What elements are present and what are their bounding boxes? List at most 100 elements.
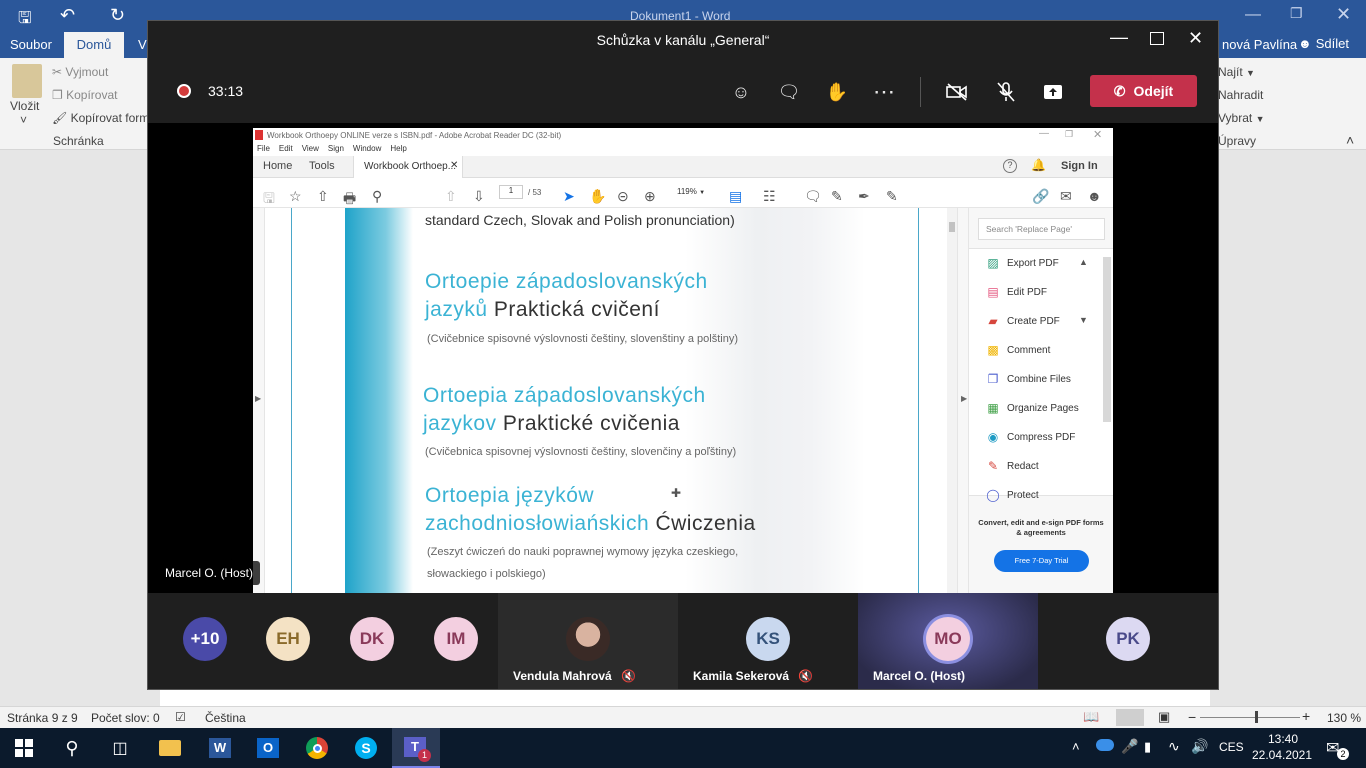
account-name[interactable]: nová Pavlína xyxy=(1222,37,1297,52)
tools-search-input[interactable]: Search 'Replace Page' xyxy=(978,218,1105,240)
tool-redact[interactable]: ✎ Redact xyxy=(985,456,1039,476)
windows-start-icon[interactable] xyxy=(12,736,36,760)
tool-organize-pages[interactable]: ▦ Organize Pages xyxy=(985,398,1078,418)
share-screen-icon[interactable] xyxy=(1040,79,1066,105)
battery-icon[interactable]: ▮ xyxy=(1144,739,1151,755)
scroll-mode-icon[interactable]: ☷ xyxy=(763,188,776,205)
input-language[interactable]: CES xyxy=(1219,740,1244,754)
search-icon[interactable]: ⚲ xyxy=(372,188,382,205)
pdf-scroll-thumb[interactable] xyxy=(949,222,955,232)
chevron-down-icon[interactable]: ˅ xyxy=(20,113,27,127)
more-participants-avatar[interactable]: +10 xyxy=(183,617,227,661)
chrome-app-icon[interactable] xyxy=(305,736,329,760)
tab-tools[interactable]: Tools xyxy=(309,160,335,172)
chevron-up-icon[interactable]: ▲ xyxy=(1079,257,1088,267)
leave-button[interactable]: ✆ Odejít xyxy=(1090,75,1197,107)
raise-hand-icon[interactable]: ✋ xyxy=(824,79,850,105)
save-icon[interactable]: 🖫 xyxy=(18,7,32,34)
zoom-in-icon[interactable]: ⊕ xyxy=(644,188,656,205)
page-count[interactable]: Stránka 9 z 9 xyxy=(7,711,78,725)
zoom-out-icon[interactable]: ⊝ xyxy=(617,188,629,205)
link-icon[interactable]: 🔗 xyxy=(1032,188,1049,205)
avatar-dk[interactable]: DK xyxy=(350,617,394,661)
maximize-icon[interactable] xyxy=(1150,32,1164,45)
microphone-icon[interactable]: 🎤 xyxy=(1121,738,1138,755)
search-icon[interactable]: ⚲ xyxy=(60,736,84,760)
menu-help[interactable]: Help xyxy=(390,144,406,156)
tab-file[interactable]: Soubor xyxy=(10,37,52,52)
zoom-dropdown[interactable]: 119% ▼ xyxy=(669,185,711,199)
collapse-ribbon-icon[interactable]: ˄ xyxy=(1346,132,1354,148)
tool-combine-files[interactable]: ❐ Combine Files xyxy=(985,369,1071,389)
close-icon[interactable]: ✕ xyxy=(1188,28,1203,49)
fill-sign-icon[interactable]: ✎ xyxy=(886,188,898,205)
outlook-app-icon[interactable]: O xyxy=(256,736,280,760)
chat-icon[interactable]: 🗨 xyxy=(776,79,802,105)
language-status[interactable]: Čeština xyxy=(205,711,246,725)
share-user-icon[interactable]: ☻ xyxy=(1087,188,1102,204)
redo-icon[interactable]: ↻ xyxy=(110,5,125,26)
sign-in-button[interactable]: Sign In xyxy=(1061,160,1098,172)
help-icon[interactable]: ? xyxy=(1003,159,1017,173)
find-button[interactable]: Najít ▼ xyxy=(1218,65,1255,79)
cut-button[interactable]: ✂ Vyjmout xyxy=(52,65,108,79)
fit-page-icon[interactable]: ▤ xyxy=(729,188,742,205)
volume-icon[interactable]: 🔊 xyxy=(1191,738,1208,755)
avatar-im[interactable]: IM xyxy=(434,617,478,661)
tab-document[interactable]: Workbook Orthoep... ✕ xyxy=(353,156,463,178)
menu-window[interactable]: Window xyxy=(353,144,381,156)
restore-icon[interactable]: ❐ xyxy=(1290,5,1303,22)
expand-left-pane-icon[interactable]: ▶ xyxy=(255,394,261,403)
zoom-slider-thumb[interactable] xyxy=(1255,711,1258,723)
minimize-icon[interactable]: — xyxy=(1245,6,1261,24)
participant-tile-vendula[interactable]: Vendula Mahrová 🔇 xyxy=(498,593,678,689)
camera-off-icon[interactable] xyxy=(944,79,970,105)
sign-icon[interactable]: ✒ xyxy=(858,188,870,205)
minimize-icon[interactable]: — xyxy=(1039,128,1049,139)
tool-export-pdf[interactable]: ▨ Export PDF xyxy=(985,253,1058,273)
wifi-icon[interactable]: ∿ xyxy=(1168,738,1180,755)
menu-file[interactable]: File xyxy=(257,144,270,156)
file-explorer-icon[interactable] xyxy=(158,736,182,760)
teams-app-icon[interactable]: T 1 xyxy=(392,728,440,768)
tool-protect[interactable]: ◯ Protect xyxy=(985,485,1038,505)
clock-date[interactable]: 22.04.2021 xyxy=(1250,748,1314,762)
select-cursor-icon[interactable]: ➤ xyxy=(563,188,575,205)
clock-time[interactable]: 13:40 xyxy=(1258,732,1308,746)
read-mode-icon[interactable]: 📖 xyxy=(1083,709,1099,725)
more-options-icon[interactable]: ⋯ xyxy=(871,79,897,105)
pdf-scrollbar[interactable] xyxy=(947,208,957,593)
previous-page-icon[interactable]: ⇧ xyxy=(445,188,457,205)
avatar-eh[interactable]: EH xyxy=(266,617,310,661)
next-page-icon[interactable]: ⇩ xyxy=(473,188,485,205)
page-number-input[interactable]: 1 xyxy=(499,185,523,199)
email-icon[interactable]: ✉ xyxy=(1060,188,1072,205)
paste-icon[interactable] xyxy=(12,64,42,98)
tab-home[interactable]: Home xyxy=(263,160,292,172)
word-count[interactable]: Počet slov: 0 xyxy=(91,711,160,725)
zoom-in-icon[interactable]: + xyxy=(1302,708,1310,724)
participant-tile-pk[interactable]: PK xyxy=(1038,593,1218,689)
close-tab-icon[interactable]: ✕ xyxy=(450,160,458,171)
upload-icon[interactable]: ⇧ xyxy=(317,188,329,205)
word-app-icon[interactable]: W xyxy=(208,736,232,760)
menu-sign[interactable]: Sign xyxy=(328,144,344,156)
print-layout-icon[interactable] xyxy=(1116,709,1144,726)
collapse-right-pane-icon[interactable]: ▶ xyxy=(961,394,967,403)
menu-edit[interactable]: Edit xyxy=(279,144,293,156)
task-view-icon[interactable]: ◫ xyxy=(108,736,132,760)
comment-icon[interactable]: 🗨 xyxy=(804,188,822,205)
close-icon[interactable]: ✕ xyxy=(1093,128,1102,141)
tool-comment[interactable]: ▩ Comment xyxy=(985,340,1050,360)
zoom-level[interactable]: 130 % xyxy=(1327,711,1361,725)
pdf-viewport[interactable]: standard Czech, Slovak and Polish pronun… xyxy=(265,208,947,593)
star-icon[interactable]: ☆ xyxy=(289,188,302,205)
zoom-out-icon[interactable]: − xyxy=(1188,709,1196,725)
onedrive-icon[interactable] xyxy=(1096,739,1114,751)
replace-button[interactable]: Nahradit xyxy=(1218,88,1263,102)
web-layout-icon[interactable]: ▣ xyxy=(1158,709,1170,725)
select-button[interactable]: Vybrat ▼ xyxy=(1218,111,1265,125)
participants-icon[interactable]: ☺ xyxy=(728,79,754,105)
free-trial-button[interactable]: Free 7-Day Trial xyxy=(994,550,1089,572)
proofing-icon[interactable]: ☑ xyxy=(175,710,186,724)
